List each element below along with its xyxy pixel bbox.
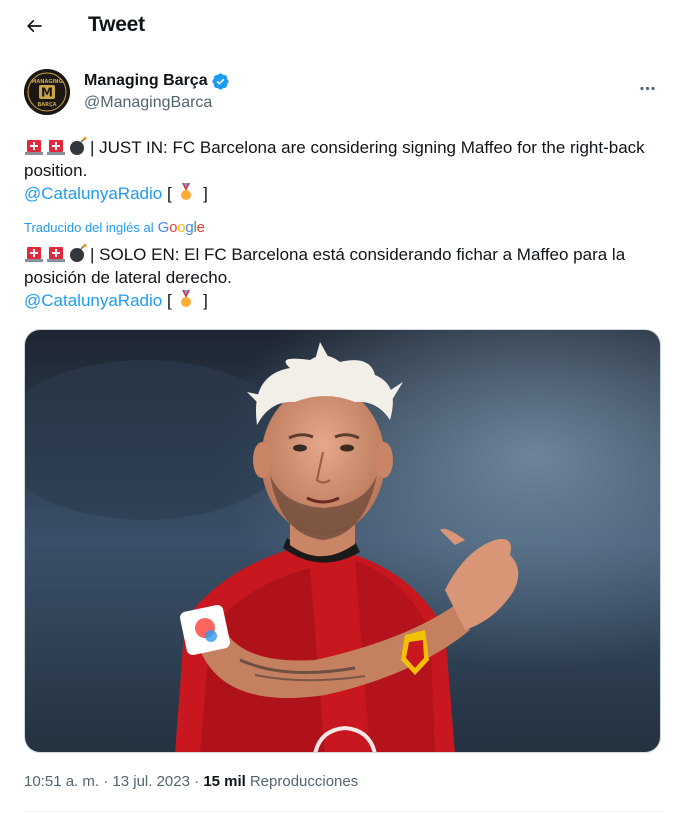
bracket-open: [ (166, 184, 172, 203)
avatar-logo-icon: MANAGING M BARÇA (24, 69, 70, 115)
mention-link[interactable]: @CatalunyaRadio (24, 291, 162, 310)
top-bar: Tweet (0, 0, 682, 53)
svg-text:MANAGING: MANAGING (31, 79, 62, 85)
tweet-text-translated: | SOLO EN: El FC Barcelona está consider… (24, 243, 664, 312)
tweet-date[interactable]: 13 jul. 2023 (112, 773, 190, 790)
author-names: Managing Barça @ManagingBarca (84, 70, 230, 112)
bomb-icon (70, 137, 87, 155)
police-light-icon (47, 247, 65, 262)
tweet-meta: 10:51 a. m. · 13 jul. 2023 · 15 mil Repro… (24, 773, 358, 790)
translated-label: Traducido del inglés al (24, 220, 154, 235)
svg-text:BARÇA: BARÇA (37, 102, 56, 108)
tweet-original-text: | JUST IN: FC Barcelona are considering … (24, 138, 645, 180)
meta-separator: · (194, 773, 200, 790)
tweet-header: MANAGING M BARÇA Managing Barça @Managin… (24, 69, 664, 117)
tweet-translated-text: | SOLO EN: El FC Barcelona está consider… (24, 245, 626, 287)
tweet-time[interactable]: 10:51 a. m. (24, 773, 99, 790)
arrow-left-icon (26, 19, 42, 33)
police-light-icon (47, 140, 65, 155)
views-count: 15 mil (203, 773, 246, 790)
player-photo (25, 330, 660, 752)
translation-notice[interactable]: Traducido del inglés al Google (24, 219, 205, 236)
avatar[interactable]: MANAGING M BARÇA (24, 69, 70, 115)
more-options-button[interactable] (630, 71, 664, 105)
more-dots-icon (639, 86, 655, 90)
svg-text:M: M (41, 86, 53, 100)
handle[interactable]: @ManagingBarca (84, 94, 230, 112)
tweet-photo[interactable] (24, 329, 661, 753)
tweet-text-original: | JUST IN: FC Barcelona are considering … (24, 136, 664, 205)
page-title: Tweet (88, 13, 145, 36)
back-button[interactable] (16, 8, 52, 44)
bomb-icon (70, 244, 87, 262)
mention-link[interactable]: @CatalunyaRadio (24, 184, 162, 203)
google-logo: Google (157, 219, 205, 236)
verified-badge-icon[interactable] (211, 72, 230, 91)
medal-icon (181, 290, 192, 307)
medal-icon (181, 183, 192, 200)
divider (24, 811, 664, 812)
meta-separator: · (103, 773, 109, 790)
display-name[interactable]: Managing Barça (84, 72, 208, 90)
police-light-icon (25, 140, 43, 155)
bracket-close: ] (203, 184, 208, 203)
bracket-close: ] (203, 291, 208, 310)
bracket-open: [ (166, 291, 172, 310)
police-light-icon (25, 247, 43, 262)
views-label: Reproducciones (249, 773, 359, 790)
